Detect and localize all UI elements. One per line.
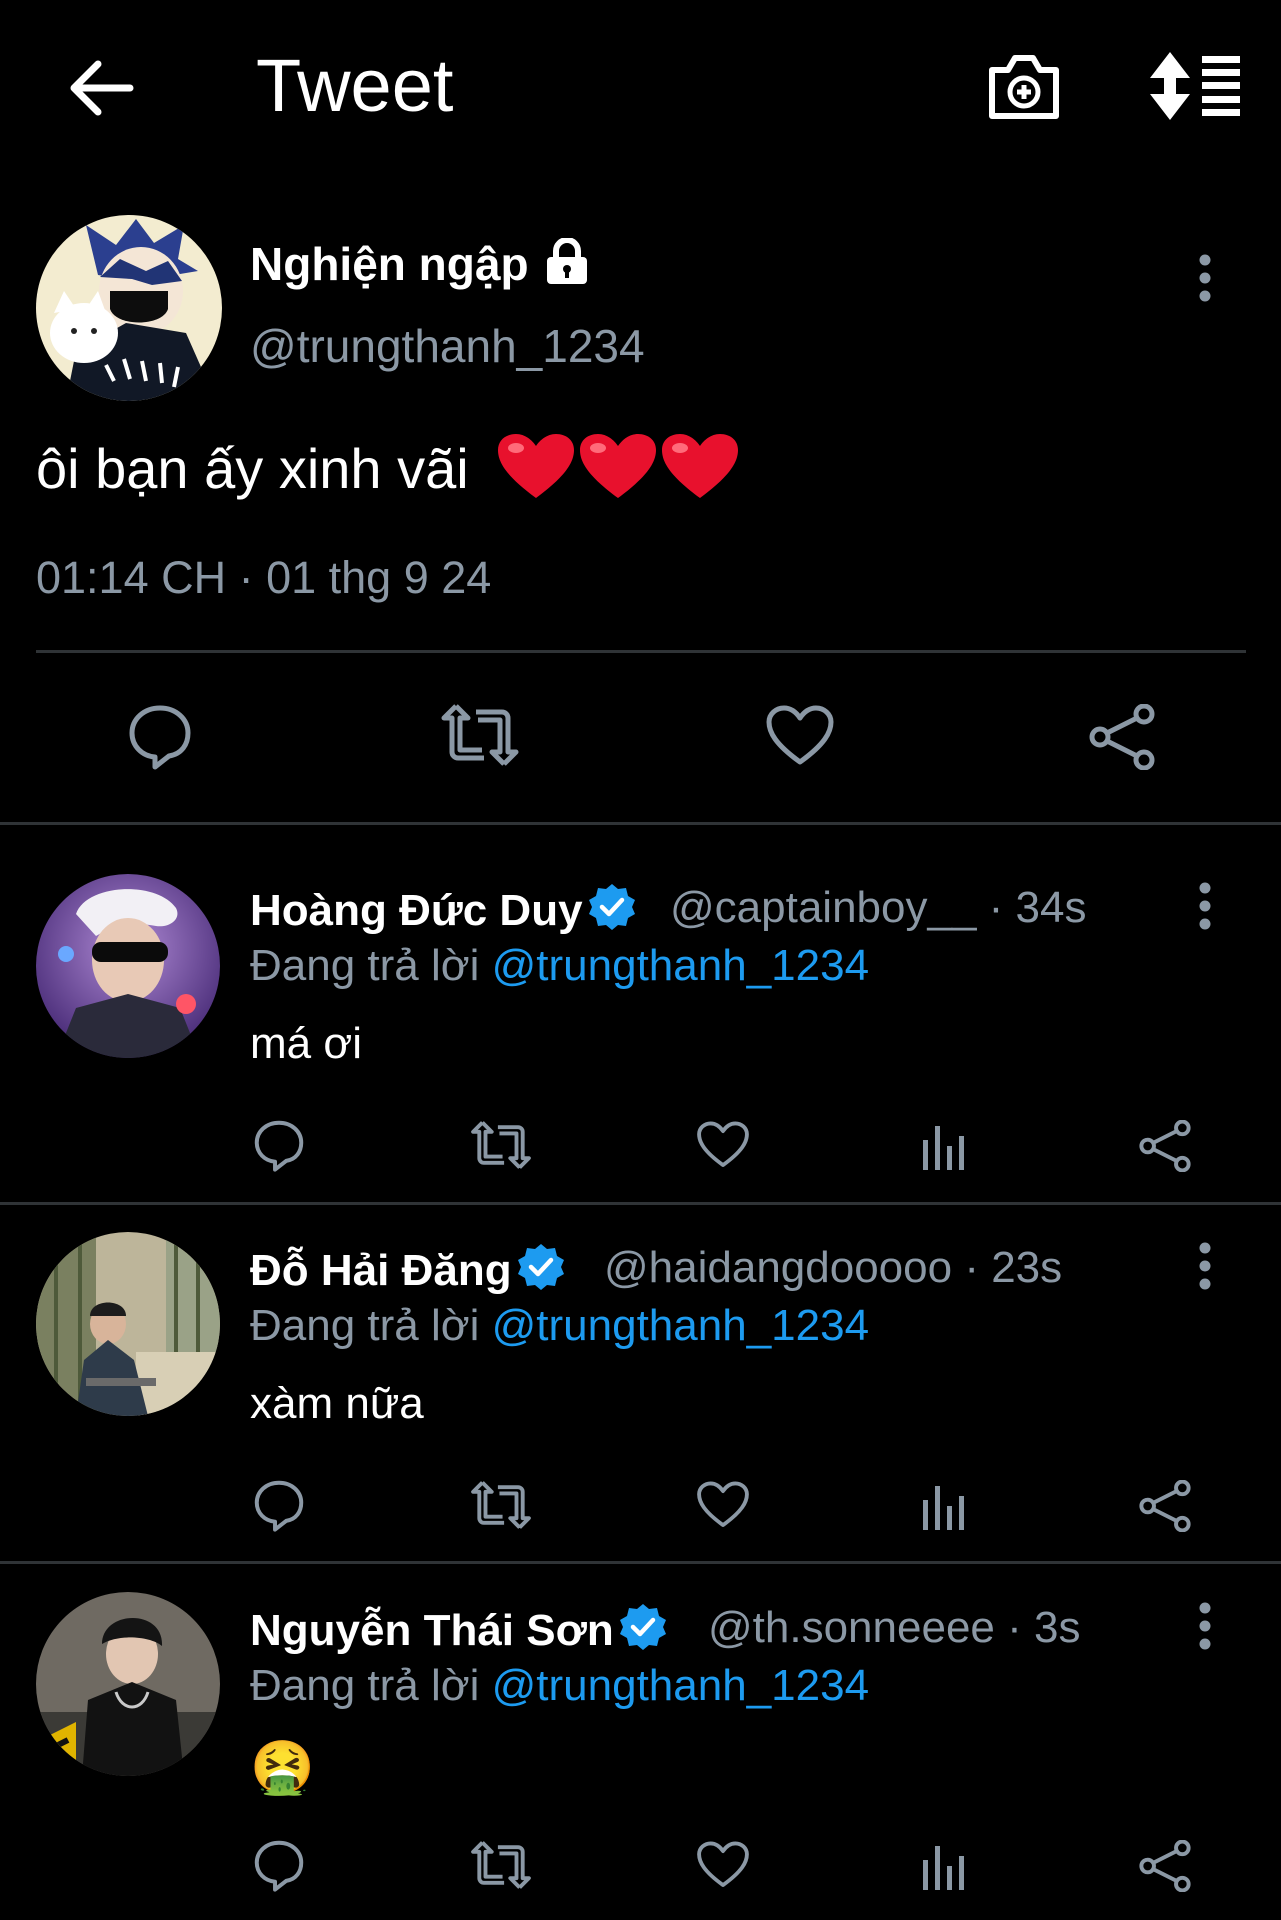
heart-emoji-icon xyxy=(580,434,657,498)
lock-icon xyxy=(545,238,589,284)
more-options-icon[interactable] xyxy=(1198,882,1212,930)
heart-emoji-group xyxy=(494,434,740,500)
retweet-icon[interactable] xyxy=(470,1840,532,1890)
avatar[interactable] xyxy=(36,1232,220,1416)
divider xyxy=(0,1561,1281,1564)
reply-handle-time[interactable]: @captainboy__ · 34s xyxy=(670,882,1086,934)
like-icon[interactable] xyxy=(696,1480,750,1530)
verified-badge-icon xyxy=(517,1244,564,1290)
avatar[interactable] xyxy=(36,874,220,1058)
share-icon[interactable] xyxy=(1138,1120,1192,1172)
replying-to-link[interactable]: @trungthanh_1234 xyxy=(492,1301,869,1350)
reply-icon[interactable] xyxy=(126,702,194,770)
reply-icon[interactable] xyxy=(252,1478,306,1532)
back-arrow-icon[interactable] xyxy=(66,58,134,118)
tweet-text: ôi bạn ấy xinh vãi xyxy=(36,432,740,504)
reply-icon[interactable] xyxy=(252,1838,306,1892)
reply-handle-time[interactable]: @haidangdooooo · 23s xyxy=(604,1242,1062,1294)
heart-emoji-icon xyxy=(662,434,739,498)
heart-emoji-icon xyxy=(498,434,575,498)
views-icon[interactable] xyxy=(920,1482,968,1530)
verified-badge-icon xyxy=(619,1604,666,1650)
verified-badge-icon xyxy=(588,884,635,930)
more-options-icon[interactable] xyxy=(1198,1242,1212,1290)
replying-to: Đang trả lời @trungthanh_1234 xyxy=(250,1661,870,1710)
share-icon[interactable] xyxy=(1138,1840,1192,1892)
replying-to: Đang trả lời @trungthanh_1234 xyxy=(250,941,870,990)
views-icon[interactable] xyxy=(920,1842,968,1890)
divider xyxy=(0,822,1281,825)
replying-to-link[interactable]: @trungthanh_1234 xyxy=(492,1661,869,1710)
reply-icon[interactable] xyxy=(252,1118,306,1172)
divider xyxy=(0,1202,1281,1205)
avatar[interactable] xyxy=(36,1592,220,1776)
reply-emoji: 🤮 xyxy=(250,1739,315,1797)
reply-author-name[interactable]: Nguyễn Thái Sơn xyxy=(250,1602,668,1657)
page-title: Tweet xyxy=(256,44,454,127)
reply-text: xàm nữa xyxy=(250,1379,424,1428)
divider xyxy=(36,650,1246,653)
reply-author-name[interactable]: Hoàng Đức Duy xyxy=(250,882,637,937)
reply-text: má ơi xyxy=(250,1019,362,1068)
top-bar: Tweet xyxy=(0,0,1281,175)
replying-to-link[interactable]: @trungthanh_1234 xyxy=(492,941,869,990)
more-options-icon[interactable] xyxy=(1198,1602,1212,1650)
replying-to: Đang trả lời @trungthanh_1234 xyxy=(250,1301,870,1350)
views-icon[interactable] xyxy=(920,1122,968,1170)
retweet-icon[interactable] xyxy=(470,1480,532,1530)
share-icon[interactable] xyxy=(1088,704,1156,770)
more-options-icon[interactable] xyxy=(1198,254,1212,302)
reply-handle-time[interactable]: @th.sonneeee · 3s xyxy=(708,1602,1080,1654)
camera-add-icon[interactable] xyxy=(986,50,1062,122)
sort-replies-icon[interactable] xyxy=(1150,52,1240,120)
reply-author-name[interactable]: Đỗ Hải Đăng xyxy=(250,1242,566,1297)
like-icon[interactable] xyxy=(696,1840,750,1890)
author-handle[interactable]: @trungthanh_1234 xyxy=(250,318,645,374)
avatar[interactable] xyxy=(36,215,222,401)
share-icon[interactable] xyxy=(1138,1480,1192,1532)
retweet-icon[interactable] xyxy=(470,1120,532,1170)
author-name[interactable]: Nghiện ngập xyxy=(250,236,589,292)
retweet-icon[interactable] xyxy=(440,704,520,766)
like-icon[interactable] xyxy=(765,704,835,768)
like-icon[interactable] xyxy=(696,1120,750,1170)
tweet-timestamp: 01:14 CH · 01 thg 9 24 xyxy=(36,552,492,603)
